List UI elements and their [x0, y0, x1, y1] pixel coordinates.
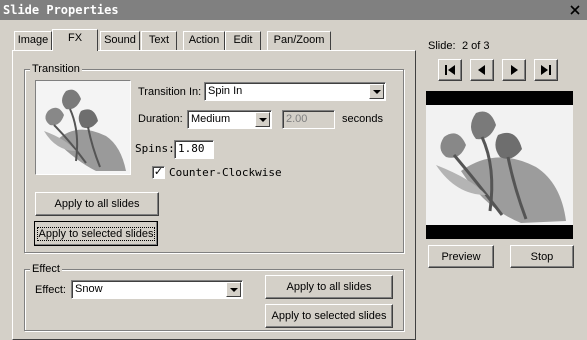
next-slide-button[interactable] — [502, 59, 526, 81]
next-icon — [511, 65, 518, 75]
tab-label: Edit — [233, 34, 253, 46]
slide-position: 2 of 3 — [462, 40, 490, 52]
preview-button[interactable]: Preview — [428, 245, 494, 268]
seconds-label: seconds — [342, 113, 383, 125]
checkmark-icon: ✓ — [153, 166, 164, 178]
tulips-image — [426, 91, 573, 239]
tulips-image — [36, 81, 130, 174]
skip-last-icon — [541, 65, 551, 75]
tab-pan-zoom[interactable]: Pan/Zoom — [267, 31, 331, 50]
duration-seconds-field: 2.00 — [282, 110, 335, 129]
chevron-down-icon[interactable] — [226, 282, 241, 297]
transition-in-select[interactable]: Spin In — [204, 82, 386, 101]
transition-in-label: Transition In: — [138, 86, 202, 98]
transition-apply-selected-button[interactable]: Apply to selected slides — [34, 221, 158, 246]
window-title: Slide Properties — [3, 3, 119, 17]
effect-group-label: Effect — [30, 263, 62, 275]
effect-value: Snow — [75, 283, 103, 295]
chevron-down-icon[interactable] — [369, 84, 384, 99]
effect-apply-all-button[interactable]: Apply to all slides — [265, 275, 393, 299]
button-label: Apply to selected slides — [271, 310, 387, 322]
skip-first-icon — [445, 65, 455, 75]
spins-input[interactable]: 1.80 — [174, 140, 214, 159]
duration-seconds-value: 2.00 — [286, 113, 308, 125]
tab-fx[interactable]: FX — [52, 29, 98, 51]
transition-apply-all-button[interactable]: Apply to all slides — [35, 192, 159, 216]
tab-label: Action — [188, 34, 220, 46]
button-label: Apply to all slides — [286, 281, 372, 293]
button-label: Apply to all slides — [54, 198, 140, 210]
tab-text[interactable]: Text — [141, 31, 177, 50]
spins-label: Spins: — [135, 142, 175, 155]
duration-select[interactable]: Medium — [187, 110, 272, 129]
effect-apply-selected-button[interactable]: Apply to selected slides — [265, 304, 393, 328]
previous-icon — [478, 65, 485, 75]
tab-image[interactable]: Image — [14, 31, 52, 50]
spins-value: 1.80 — [178, 142, 205, 155]
slide-preview — [426, 91, 573, 239]
duration-label: Duration: — [138, 113, 183, 125]
transition-in-value: Spin In — [208, 85, 243, 97]
chevron-down-icon[interactable] — [255, 112, 270, 127]
slide-thumbnail — [35, 80, 131, 175]
tab-label: Pan/Zoom — [273, 34, 325, 46]
button-label: Stop — [530, 250, 554, 263]
button-label: Apply to selected slides — [36, 226, 156, 241]
previous-slide-button[interactable] — [470, 59, 494, 81]
tab-edit[interactable]: Edit — [225, 31, 261, 50]
slide-label: Slide: — [428, 40, 456, 52]
duration-value: Medium — [191, 113, 231, 125]
title-bar: Slide Properties — [0, 0, 587, 20]
tab-label: Image — [17, 34, 49, 46]
tab-action[interactable]: Action — [183, 31, 225, 50]
transition-group-label: Transition — [30, 63, 82, 75]
effect-label: Effect: — [35, 284, 66, 296]
first-slide-button[interactable] — [438, 59, 462, 81]
counter-clockwise-label: Counter-Clockwise — [169, 166, 282, 179]
last-slide-button[interactable] — [534, 59, 558, 81]
tab-label: Sound — [104, 34, 136, 46]
close-icon[interactable] — [569, 4, 581, 16]
effect-select[interactable]: Snow — [71, 280, 243, 299]
tab-sound[interactable]: Sound — [100, 31, 140, 50]
tab-label: Text — [148, 34, 170, 46]
counter-clockwise-checkbox[interactable]: ✓ — [152, 166, 165, 179]
button-label: Preview — [441, 250, 481, 263]
tab-label: FX — [67, 32, 83, 44]
stop-button[interactable]: Stop — [510, 245, 574, 268]
